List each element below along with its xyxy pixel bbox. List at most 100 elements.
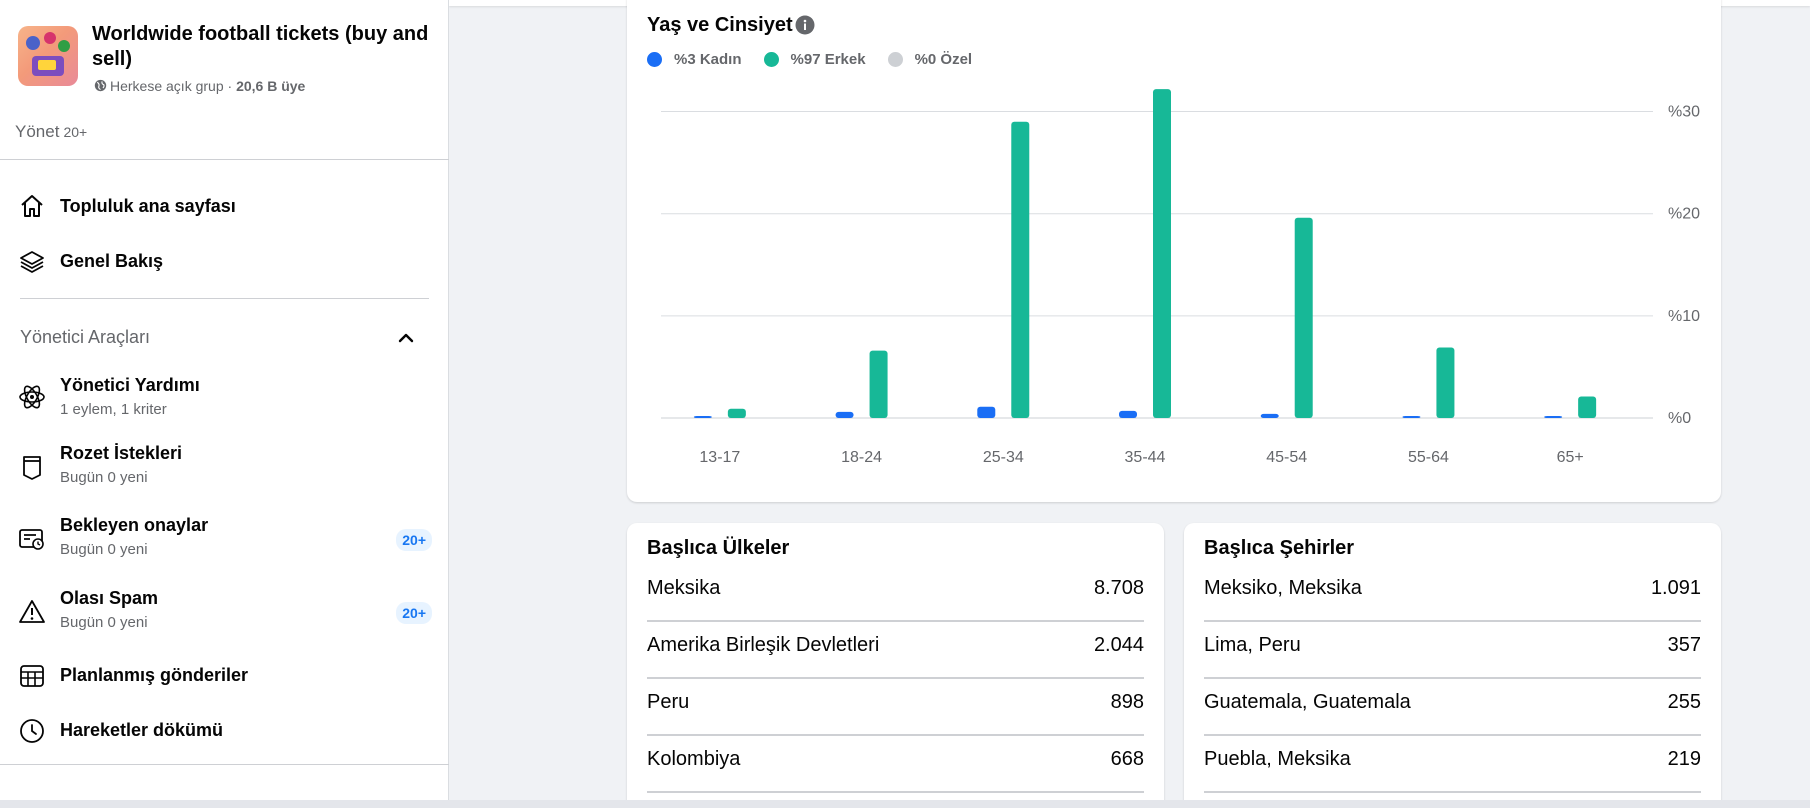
city-name: Guatemala, Guatemala xyxy=(1204,691,1411,713)
city-row: Puebla, Meksika 219 xyxy=(1204,736,1701,793)
nav-potential-spam[interactable]: Olası Spam Bugün 0 yeni 20+ xyxy=(18,588,432,638)
bar xyxy=(977,406,996,418)
top-cities-card: Başlıca Şehirler Meksiko, Meksika 1.091 L… xyxy=(1184,523,1721,808)
spam-count-badge: 20+ xyxy=(396,602,432,624)
y-tick-label: %20 xyxy=(1668,206,1700,223)
age-gender-bar-chart: %0 %10 %20 %30 13-17 18-24 25-34 35-44 45-54 55-6… xyxy=(661,89,1700,466)
manage-header[interactable]: Yönet 20+ xyxy=(15,122,87,142)
bar xyxy=(1153,89,1171,419)
bar xyxy=(869,350,888,418)
countries-title: Başlıca Ülkeler xyxy=(647,537,790,559)
divider xyxy=(20,298,429,299)
admin-tools-title: Yönetici Araçları xyxy=(20,327,151,347)
bar xyxy=(1578,396,1597,418)
layers-icon xyxy=(20,251,44,273)
bar xyxy=(1402,416,1421,418)
country-row: Peru 898 xyxy=(647,679,1144,736)
city-row: Meksiko, Meksika 1.091 xyxy=(1204,565,1701,622)
bar xyxy=(1436,347,1455,418)
nav-badge-requests-label: Rozet İstekleri xyxy=(60,443,183,463)
country-value: 668 xyxy=(1110,748,1144,770)
home-icon xyxy=(21,195,43,217)
divider xyxy=(0,159,449,160)
bar xyxy=(1544,416,1563,418)
country-name: Kolombiya xyxy=(647,748,741,770)
country-name: Meksika xyxy=(647,577,721,599)
badge-icon xyxy=(23,456,41,480)
clock-icon xyxy=(20,719,44,743)
y-tick-label: %30 xyxy=(1668,104,1700,121)
city-name: Lima, Peru xyxy=(1204,634,1301,656)
city-row: Guatemala, Guatemala 255 xyxy=(1204,679,1701,736)
bar xyxy=(1260,413,1279,418)
city-name: Puebla, Meksika xyxy=(1204,748,1351,770)
pending-posts-icon xyxy=(19,529,44,550)
nav-pending-approvals-sub: Bugün 0 yeni xyxy=(60,541,148,558)
nav-badge-requests[interactable]: Rozet İstekleri Bugün 0 yeni xyxy=(18,443,430,493)
calendar-icon xyxy=(20,665,44,687)
manage-label: Yönet xyxy=(15,122,60,141)
y-tick-label: %0 xyxy=(1668,410,1691,427)
group-meta: Herkese açık grup · 20,6 B üye xyxy=(94,78,305,94)
country-name: Amerika Birleşik Devletleri xyxy=(647,634,880,656)
bar xyxy=(835,411,854,418)
nav-activity-log[interactable]: Hareketler dökümü xyxy=(18,719,430,760)
nav-admin-assist[interactable]: Yönetici Yardımı 1 eylem, 1 kriter xyxy=(18,375,430,425)
country-value: 898 xyxy=(1110,691,1144,713)
x-tick-label: 65+ xyxy=(1557,449,1584,466)
nav-community-home[interactable]: Topluluk ana sayfası xyxy=(18,195,430,236)
nav-potential-spam-sub: Bugün 0 yeni xyxy=(60,614,148,631)
nav-overview[interactable]: Genel Bakış xyxy=(18,251,430,291)
atom-icon xyxy=(19,385,45,409)
group-members: 20,6 B üye xyxy=(236,78,306,94)
nav-overview-label: Genel Bakış xyxy=(60,251,164,271)
x-tick-label: 18-24 xyxy=(841,449,882,466)
city-row: Lima, Peru 357 xyxy=(1204,622,1701,679)
x-tick-label: 13-17 xyxy=(699,449,740,466)
city-value: 255 xyxy=(1667,691,1701,713)
x-tick-label: 25-34 xyxy=(983,449,1024,466)
pending-count-badge: 20+ xyxy=(396,529,432,551)
bar xyxy=(693,416,712,418)
nav-admin-assist-sub: 1 eylem, 1 kriter xyxy=(60,401,167,418)
x-tick-label: 45-54 xyxy=(1266,449,1307,466)
country-row: Kolombiya 668 xyxy=(647,736,1144,793)
city-value: 219 xyxy=(1667,748,1701,770)
cities-title: Başlıca Şehirler xyxy=(1204,537,1355,559)
nav-pending-approvals-label: Bekleyen onaylar xyxy=(60,515,209,535)
city-value: 1.091 xyxy=(1650,577,1701,599)
country-value: 2.044 xyxy=(1093,634,1144,656)
bar xyxy=(1011,121,1030,418)
city-name: Meksiko, Meksika xyxy=(1204,577,1362,599)
meta-separator: · xyxy=(223,78,237,94)
admin-sidebar: Worldwide football tickets (buy and sell… xyxy=(0,0,449,808)
country-row: Amerika Birleşik Devletleri 2.044 xyxy=(647,622,1144,679)
x-tick-label: 35-44 xyxy=(1125,449,1166,466)
bar xyxy=(727,408,746,418)
top-countries-card: Başlıca Ülkeler Meksika 8.708 Amerika Bir… xyxy=(627,523,1164,808)
bottom-strip xyxy=(0,800,1810,808)
group-title[interactable]: Worldwide football tickets (buy and sell… xyxy=(92,22,432,72)
bar xyxy=(1294,217,1313,418)
group-privacy: Herkese açık grup xyxy=(110,78,224,94)
nav-community-home-label: Topluluk ana sayfası xyxy=(60,196,236,216)
nav-pending-approvals[interactable]: Bekleyen onaylar Bugün 0 yeni 20+ xyxy=(18,515,432,565)
globe-icon xyxy=(94,79,107,92)
group-header[interactable]: Worldwide football tickets (buy and sell… xyxy=(18,23,438,96)
nav-scheduled-posts-label: Planlanmış gönderiler xyxy=(60,665,249,685)
age-gender-card: Yaş ve Cinsiyet %3 Kadın %97 Erkek %0 Öz… xyxy=(627,0,1721,502)
country-row: Meksika 8.708 xyxy=(647,565,1144,622)
nav-activity-log-label: Hareketler dökümü xyxy=(60,720,224,740)
country-name: Peru xyxy=(647,691,690,713)
chevron-up-icon[interactable] xyxy=(396,328,416,348)
nav-scheduled-posts[interactable]: Planlanmış gönderiler xyxy=(18,665,430,705)
x-tick-label: 55-64 xyxy=(1408,449,1449,466)
nav-potential-spam-label: Olası Spam xyxy=(60,588,159,608)
nav-admin-assist-label: Yönetici Yardımı xyxy=(60,375,200,395)
y-tick-label: %10 xyxy=(1668,308,1700,325)
group-avatar[interactable] xyxy=(18,26,78,86)
divider xyxy=(0,764,449,765)
city-value: 357 xyxy=(1667,634,1701,656)
warning-icon xyxy=(19,600,45,623)
manage-count: 20+ xyxy=(63,124,88,140)
